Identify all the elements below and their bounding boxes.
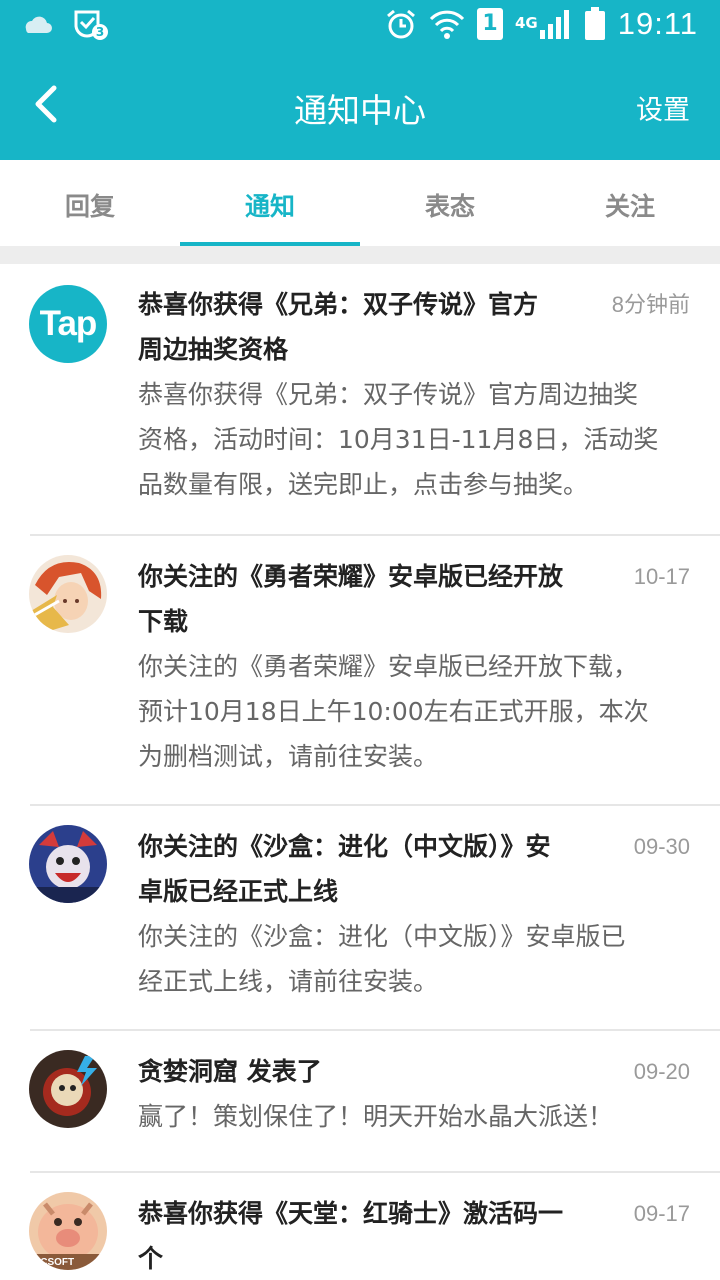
list-item[interactable]: 你关注的《沙盒：进化（中文版）》安 卓版已经正式上线 09-30 你关注的《沙盒… — [0, 804, 720, 1029]
alarm-icon — [387, 9, 415, 39]
tab-replies[interactable]: 回复 — [0, 160, 180, 246]
page-title: 通知中心 — [294, 91, 426, 130]
avatar — [29, 825, 107, 903]
weather-icon — [25, 13, 52, 33]
app-bar: 通知中心 设置 — [0, 48, 720, 160]
network-type: 4G — [514, 14, 538, 32]
avatar — [29, 555, 107, 633]
tab-following[interactable]: 关注 — [540, 160, 720, 246]
divider — [30, 1171, 720, 1173]
tab-reactions[interactable]: 表态 — [360, 160, 540, 246]
notification-time: 09-17 — [633, 1201, 690, 1226]
notification-body: 恭喜你获得《兄弟：双子传说》官方周边抽奖 资格，活动时间：10月31日-11月8… — [138, 380, 659, 499]
notification-title: 贪婪洞窟 发表了 — [138, 1057, 322, 1086]
notification-body: 你关注的《沙盒：进化（中文版）》安卓版已 经正式上线，请前往安装。 — [138, 922, 626, 996]
list-item[interactable]: 你关注的《勇者荣耀》安卓版已经开放 下载 10-17 你关注的《勇者荣耀》安卓版… — [0, 534, 720, 804]
status-bar: 3 1 4G 19:11 — [0, 0, 720, 48]
clock: 19:11 — [617, 6, 698, 41]
avatar-watermark: RCSOFT — [33, 1257, 75, 1268]
tap-logo: Tap — [39, 304, 98, 343]
avatar: RCSOFT — [29, 1192, 107, 1270]
tab-notifications[interactable]: 通知 — [180, 160, 360, 246]
notification-time: 09-20 — [633, 1059, 690, 1084]
signal-icon — [539, 10, 569, 39]
notification-title: 你关注的《勇者荣耀》安卓版已经开放 下载 — [138, 562, 564, 636]
notification-body: 赢了！策划保住了！明天开始水晶大派送！ — [138, 1102, 614, 1131]
divider — [30, 1029, 720, 1031]
list-item[interactable]: 贪婪洞窟 发表了 09-20 赢了！策划保住了！明天开始水晶大派送！ — [0, 1029, 720, 1171]
list-item[interactable]: RCSOFT 恭喜你获得《天堂：红骑士》激活码一 个 09-17 — [0, 1171, 720, 1280]
battery-icon — [584, 7, 605, 40]
notification-list: Tap 恭喜你获得《兄弟：双子传说》官方 周边抽奖资格 8分钟前 恭喜你获得《兄… — [0, 264, 720, 1280]
notification-title: 恭喜你获得《兄弟：双子传说》官方 周边抽奖资格 — [138, 290, 539, 364]
avatar: Tap — [29, 285, 107, 363]
tab-divider — [0, 246, 720, 264]
notification-time: 09-30 — [633, 834, 690, 859]
avatar — [29, 1050, 107, 1128]
notification-time: 10-17 — [633, 564, 690, 589]
list-item[interactable]: Tap 恭喜你获得《兄弟：双子传说》官方 周边抽奖资格 8分钟前 恭喜你获得《兄… — [0, 264, 720, 534]
tab-bar: 回复 通知 表态 关注 — [0, 160, 720, 246]
notification-title: 你关注的《沙盒：进化（中文版）》安 卓版已经正式上线 — [138, 832, 551, 906]
divider — [30, 534, 720, 536]
notification-time: 8分钟前 — [611, 292, 690, 317]
notification-title: 恭喜你获得《天堂：红骑士》激活码一 个 — [138, 1199, 564, 1273]
notification-count: 3 — [92, 24, 108, 40]
notification-shield-icon: 3 — [72, 8, 108, 40]
settings-button[interactable]: 设置 — [636, 88, 690, 127]
notification-body: 你关注的《勇者荣耀》安卓版已经开放下载， 预计10月18日上午10:00左右正式… — [138, 652, 649, 771]
divider — [30, 804, 720, 806]
sim-icon: 1 — [476, 8, 503, 40]
wifi-icon — [429, 10, 465, 39]
